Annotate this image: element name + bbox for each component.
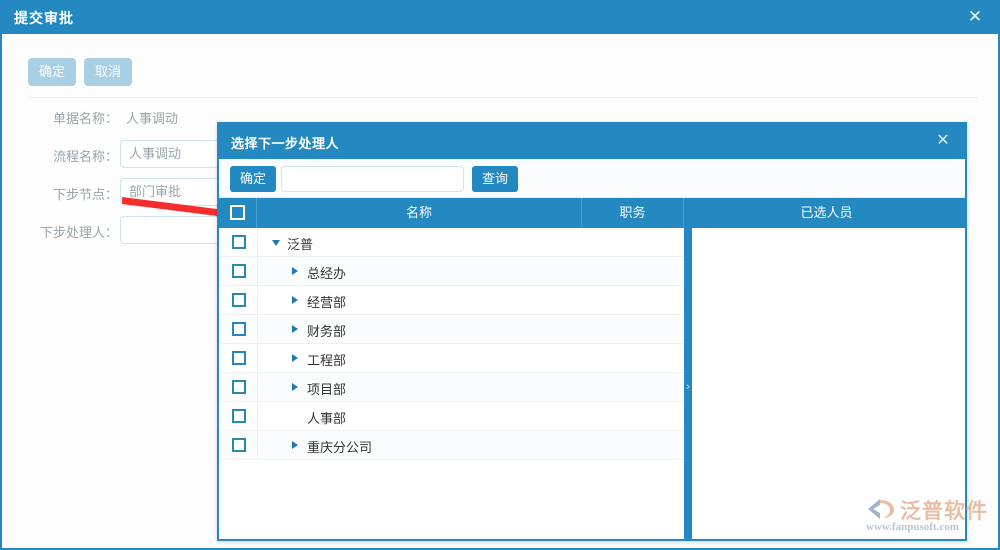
splitter-handle-icon[interactable]: ›: [685, 380, 691, 394]
org-tree-pane[interactable]: 泛普总经办经营部财务部工程部项目部人事部重庆分公司: [219, 228, 684, 539]
tree-node-label: 财务部: [307, 321, 346, 340]
caret-right-icon[interactable]: [292, 354, 298, 362]
cell-divider: [257, 315, 258, 343]
row-checkbox[interactable]: [232, 235, 246, 249]
close-icon[interactable]: ✕: [964, 6, 986, 28]
tree-node-label: 人事部: [307, 408, 346, 427]
table-row[interactable]: 工程部: [219, 344, 684, 373]
table-row[interactable]: 人事部: [219, 402, 684, 431]
tree-node-label: 泛普: [287, 234, 313, 253]
confirm-button[interactable]: 确定: [28, 58, 76, 86]
watermark-url: www.fanpusoft.com: [866, 521, 959, 533]
row-checkbox[interactable]: [232, 351, 246, 365]
select-all-checkbox[interactable]: [230, 205, 245, 220]
dialog-searchbar: 确定 查询: [219, 159, 965, 198]
cell-divider: [257, 373, 258, 401]
cell-divider: [257, 344, 258, 372]
caret-right-icon[interactable]: [292, 441, 298, 449]
table-row[interactable]: 泛普: [219, 228, 684, 257]
label-flow-name: 流程名称：: [36, 146, 118, 165]
cell-divider: [257, 402, 258, 430]
cell-divider: [257, 286, 258, 314]
selected-persons-pane[interactable]: [692, 228, 965, 539]
caret-right-icon[interactable]: [292, 267, 298, 275]
row-checkbox[interactable]: [232, 293, 246, 307]
column-header-selected[interactable]: 已选人员: [688, 198, 965, 228]
tree-node-label: 重庆分公司: [307, 437, 372, 456]
dialog-close-icon[interactable]: ✕: [933, 131, 953, 151]
caret-right-icon[interactable]: [292, 325, 298, 333]
query-button[interactable]: 查询: [472, 166, 518, 192]
dialog-titlebar: 选择下一步处理人 ✕: [219, 124, 965, 159]
tree-node-label: 工程部: [307, 350, 346, 369]
row-checkbox[interactable]: [232, 409, 246, 423]
cell-divider: [257, 257, 258, 285]
select-handler-dialog: 选择下一步处理人 ✕ 确定 查询 名称 职务 已选人员 泛普总经办经营部财务部工…: [217, 122, 967, 541]
value-document-name: 人事调动: [126, 108, 178, 127]
app-window: 提交审批 ✕ 确定 取消 单据名称： 人事调动 流程名称： 人事调动 下步节点：…: [0, 0, 1000, 550]
header-select-all-cell: [219, 198, 257, 228]
window-titlebar: 提交审批 ✕: [0, 0, 1000, 34]
tree-node-label: 经营部: [307, 292, 346, 311]
column-header-duty[interactable]: 职务: [582, 198, 684, 228]
label-next-node: 下步节点：: [36, 184, 118, 203]
table-row[interactable]: 项目部: [219, 373, 684, 402]
pane-splitter[interactable]: ›: [684, 228, 692, 539]
dialog-confirm-button[interactable]: 确定: [230, 166, 276, 192]
caret-down-icon[interactable]: [272, 240, 280, 246]
table-row[interactable]: 财务部: [219, 315, 684, 344]
page-title: 提交审批: [14, 8, 74, 28]
table-row[interactable]: 经营部: [219, 286, 684, 315]
cancel-button[interactable]: 取消: [84, 58, 132, 86]
tree-node-label: 项目部: [307, 379, 346, 398]
toolbar-divider: [28, 97, 978, 98]
dialog-title: 选择下一步处理人: [231, 133, 339, 152]
caret-right-icon[interactable]: [292, 383, 298, 391]
toolbar: 确定 取消: [2, 34, 998, 98]
tree-rows-container: 泛普总经办经营部财务部工程部项目部人事部重庆分公司: [219, 228, 684, 460]
row-checkbox[interactable]: [232, 264, 246, 278]
cell-divider: [257, 431, 258, 459]
watermark-logo: 泛普软件 www.fanpusoft.com: [864, 495, 994, 539]
caret-right-icon[interactable]: [292, 296, 298, 304]
table-header: 名称 职务 已选人员: [219, 198, 965, 228]
column-header-name[interactable]: 名称: [257, 198, 582, 228]
table-row[interactable]: 重庆分公司: [219, 431, 684, 460]
tree-node-label: 总经办: [307, 263, 346, 282]
label-next-handler: 下步处理人：: [36, 222, 118, 241]
row-checkbox[interactable]: [232, 380, 246, 394]
search-input[interactable]: [281, 166, 464, 192]
brand-mark-icon: [864, 496, 898, 522]
row-checkbox[interactable]: [232, 438, 246, 452]
row-checkbox[interactable]: [232, 322, 246, 336]
label-document-name: 单据名称：: [36, 108, 118, 127]
table-row[interactable]: 总经办: [219, 257, 684, 286]
cell-divider: [257, 228, 258, 256]
